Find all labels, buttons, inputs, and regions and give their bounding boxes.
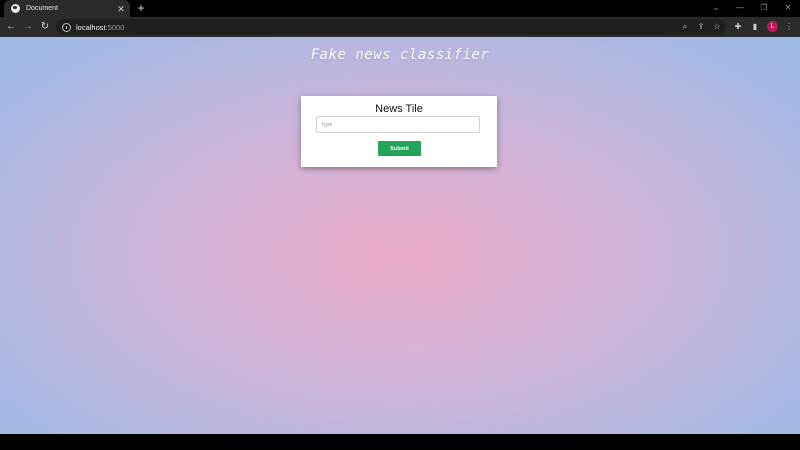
new-tab-button[interactable]: + — [135, 2, 147, 14]
reload-button[interactable]: ↻ — [39, 21, 51, 33]
restore-button[interactable]: ❐ — [754, 2, 774, 14]
url-host: localhost — [76, 22, 106, 32]
tab-title: Document — [26, 5, 58, 12]
tab-search-dropdown-icon[interactable]: ⌄ — [706, 2, 726, 14]
bottom-bar — [0, 434, 800, 450]
close-window-button[interactable]: ✕ — [778, 2, 798, 14]
browser-window: Document ✕ + ⌄ — ❐ ✕ ← → ↻ localhost:500… — [0, 0, 800, 450]
profile-avatar[interactable]: L — [767, 21, 778, 32]
news-title-input[interactable] — [316, 116, 480, 133]
submit-button[interactable]: Submit — [378, 141, 421, 156]
bookmark-star-icon[interactable]: ☆ — [712, 21, 722, 33]
minimize-button[interactable]: — — [730, 2, 750, 14]
address-bar[interactable]: localhost:5000 — [56, 19, 726, 35]
share-icon[interactable]: ⇪ — [696, 21, 706, 33]
site-info-icon[interactable] — [62, 22, 71, 32]
url-port: :5000 — [105, 22, 125, 32]
page-title: Fake news classifier — [310, 47, 490, 63]
news-form-card: News Tile Submit — [301, 96, 497, 167]
tab-document[interactable]: Document ✕ — [4, 0, 130, 17]
extensions-icon[interactable]: ✚ — [733, 21, 743, 33]
form-heading: News Tile — [375, 103, 423, 115]
zoom-icon[interactable]: ⌕ — [680, 21, 690, 33]
forward-button[interactable]: → — [22, 21, 34, 33]
browser-menu-icon[interactable]: ⋮ — [784, 21, 794, 33]
side-panel-icon[interactable]: ▮ — [750, 21, 760, 33]
back-button[interactable]: ← — [5, 21, 17, 33]
page-viewport: Fake news classifier News Tile Submit — [0, 37, 800, 434]
close-tab-icon[interactable]: ✕ — [116, 4, 126, 14]
tab-strip: Document ✕ + ⌄ — ❐ ✕ — [0, 0, 800, 17]
browser-toolbar: ← → ↻ localhost:5000 ⌕ ⇪ ☆ ✚ ▮ ⋮ — [0, 17, 800, 37]
globe-icon — [11, 4, 20, 13]
